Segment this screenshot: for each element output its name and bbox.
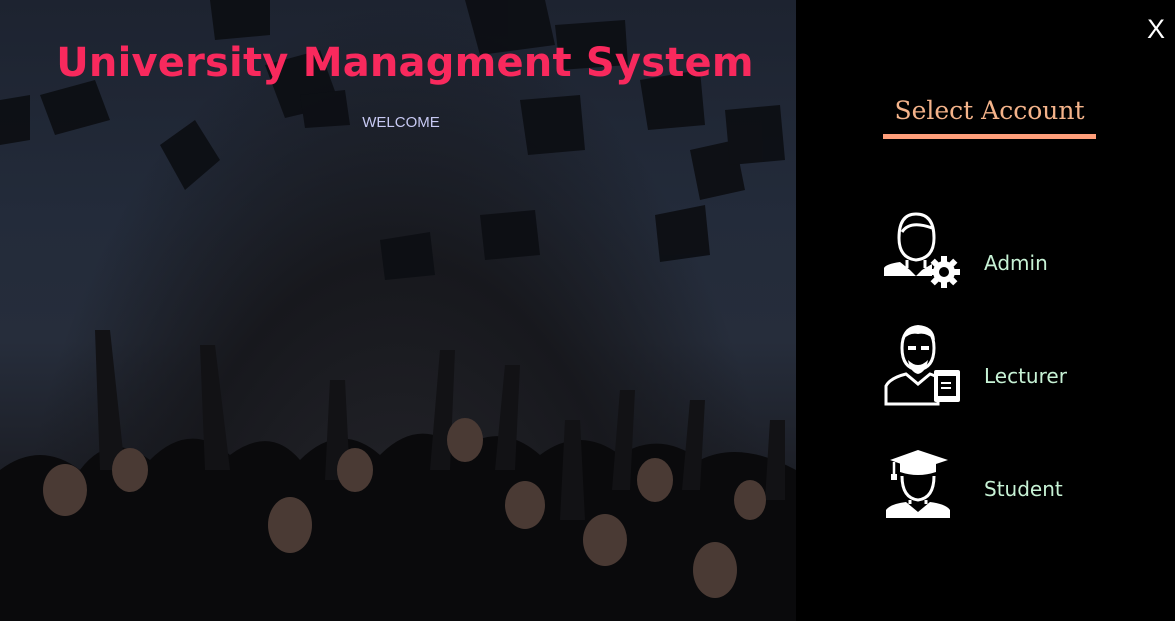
close-button[interactable]: X <box>1147 14 1165 45</box>
student-account-option[interactable]: Student <box>882 448 1142 528</box>
admin-label: Admin <box>984 251 1048 275</box>
account-panel: X Select Account Admin Lecturer Student <box>796 0 1175 621</box>
app-title: University Managment System <box>56 40 754 86</box>
admin-account-option[interactable]: Admin <box>882 210 1142 290</box>
lecturer-icon <box>884 325 960 406</box>
lecturer-account-option[interactable]: Lecturer <box>882 322 1142 406</box>
heading-underline <box>883 134 1096 139</box>
graduation-photo <box>0 0 796 621</box>
student-label: Student <box>984 477 1063 501</box>
select-account-heading: Select Account <box>894 96 1085 125</box>
graduate-student-icon <box>886 450 950 518</box>
welcome-text: WELCOME <box>362 114 440 131</box>
admin-gear-icon <box>884 212 960 288</box>
hero-background: University Managment System WELCOME <box>0 0 796 621</box>
lecturer-label: Lecturer <box>984 364 1067 388</box>
